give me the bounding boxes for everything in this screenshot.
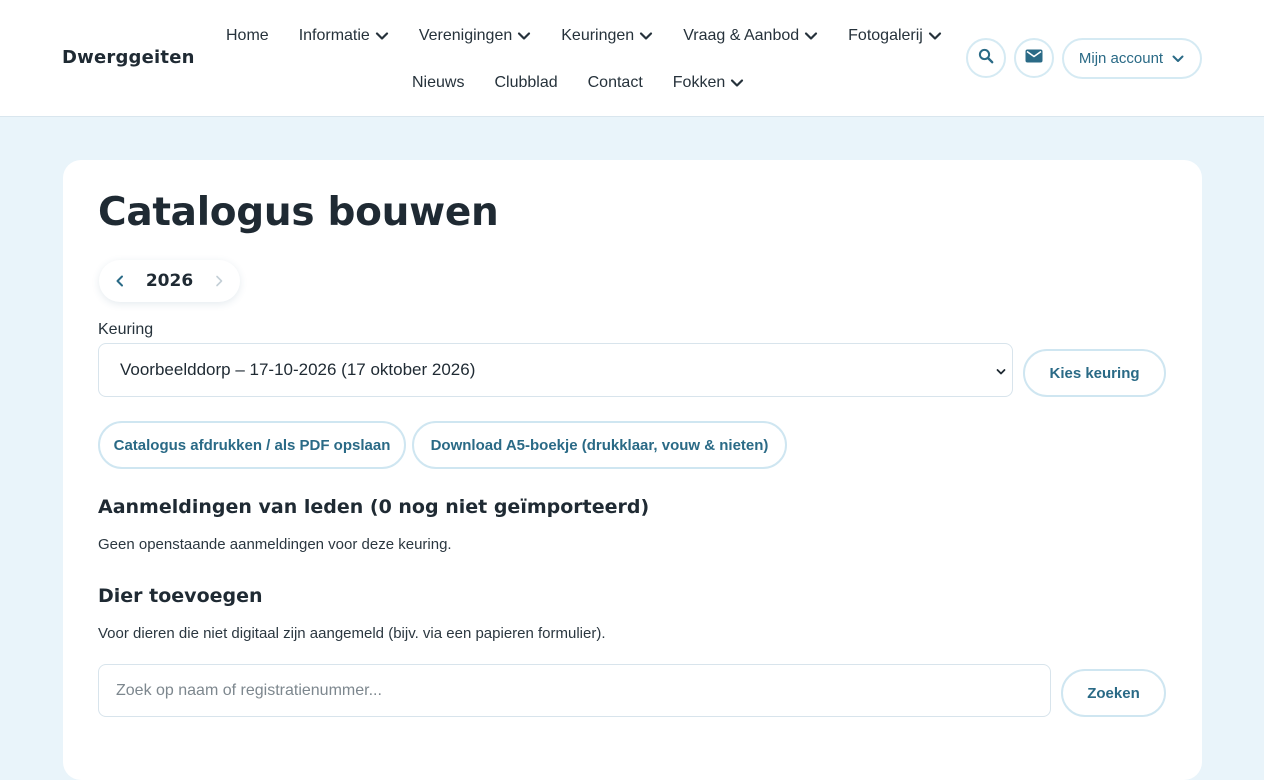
chevron-right-icon[interactable] [212, 274, 226, 288]
account-menu-button[interactable]: Mijn account [1062, 38, 1202, 79]
add-animal-heading: Dier toevoegen [98, 585, 263, 607]
nav-item-contact[interactable]: Contact [588, 71, 643, 95]
page-title: Catalogus bouwen [98, 190, 499, 235]
nav-item-label: Keuringen [561, 27, 635, 44]
search-button[interactable] [966, 38, 1006, 78]
site-logo[interactable]: Dwerggeiten [62, 47, 195, 68]
chevron-down-icon [804, 29, 818, 43]
nav-item-fokken[interactable]: Fokken [673, 71, 744, 95]
chevron-down-icon [517, 29, 531, 43]
keuring-label: Keuring [98, 321, 154, 338]
mail-button[interactable] [1014, 38, 1054, 78]
year-value: 2026 [145, 271, 194, 291]
nav-item-label: Verenigingen [418, 27, 513, 44]
nav-item-label: Contact [587, 74, 643, 91]
download-booklet-button[interactable]: Download A5-boekje (drukklaar, vouw & ni… [412, 421, 787, 469]
main-nav-row-1: Home Informatie Verenigingen Keuringen V… [226, 24, 972, 48]
chevron-down-icon [639, 29, 653, 43]
nav-item-clubblad[interactable]: Clubblad [494, 71, 557, 95]
add-animal-description: Voor dieren die niet digitaal zijn aange… [98, 625, 606, 642]
nav-item-nieuws[interactable]: Nieuws [412, 71, 464, 95]
mail-icon [1025, 49, 1043, 68]
account-label: Mijn account [1078, 50, 1164, 67]
nav-item-label: Fotogalerij [848, 27, 923, 44]
nav-item-informatie[interactable]: Informatie [299, 24, 389, 48]
nav-item-label: Informatie [298, 27, 370, 44]
search-submit-button[interactable]: Zoeken [1061, 669, 1166, 717]
nav-item-fotogalerij[interactable]: Fotogalerij [848, 24, 942, 48]
print-catalog-button[interactable]: Catalogus afdrukken / als PDF opslaan [98, 421, 406, 469]
main-nav-row-2: Nieuws Clubblad Contact Fokken [412, 71, 774, 95]
search-icon [978, 48, 994, 69]
keuring-select[interactable]: Voorbeelddorp – 17-10-2026 (17 oktober 2… [98, 343, 1013, 397]
registrations-heading: Aanmeldingen van leden (0 nog niet geïmp… [98, 496, 650, 518]
nav-item-label: Home [226, 27, 269, 44]
nav-item-label: Clubblad [494, 74, 558, 91]
chevron-down-icon [730, 76, 744, 90]
animal-search-input[interactable] [98, 664, 1051, 717]
registrations-empty-text: Geen openstaande aanmeldingen voor deze … [98, 536, 452, 553]
site-header: Dwerggeiten Home Informatie Verenigingen… [0, 0, 1264, 117]
chevron-left-icon[interactable] [113, 274, 127, 288]
chevron-down-icon [928, 29, 942, 43]
nav-item-verenigingen[interactable]: Verenigingen [419, 24, 531, 48]
nav-item-label: Fokken [672, 74, 726, 91]
chevron-down-icon [994, 364, 1008, 384]
chevron-down-icon [1171, 52, 1185, 66]
chevron-down-icon [375, 29, 389, 43]
year-selector: 2026 [99, 260, 240, 302]
nav-item-vraag-aanbod[interactable]: Vraag & Aanbod [683, 24, 818, 48]
nav-item-label: Vraag & Aanbod [683, 27, 800, 44]
nav-item-keuringen[interactable]: Keuringen [561, 24, 653, 48]
choose-keuring-button[interactable]: Kies keuring [1023, 349, 1166, 397]
nav-item-home[interactable]: Home [226, 24, 269, 48]
nav-item-label: Nieuws [412, 74, 465, 91]
keuring-selected-value: Voorbeelddorp – 17-10-2026 (17 oktober 2… [120, 360, 476, 379]
